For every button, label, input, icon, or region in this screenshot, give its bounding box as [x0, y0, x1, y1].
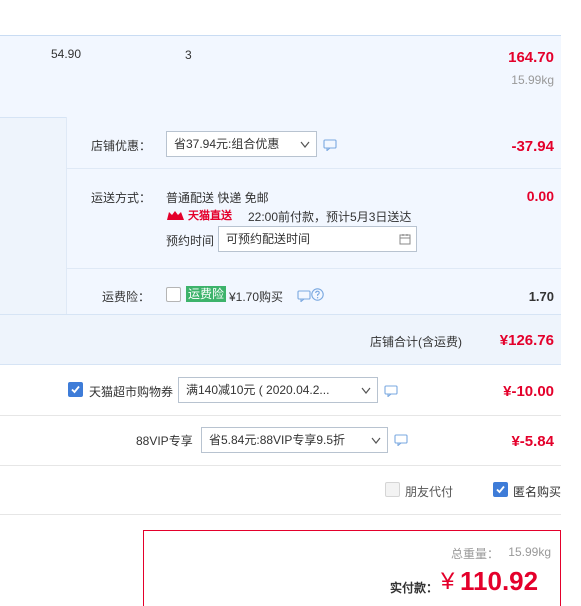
- total-weight-label: 总重量：: [450, 547, 499, 561]
- anonymous-checkbox[interactable]: [493, 482, 508, 497]
- actual-pay-amount: 110.92: [460, 566, 539, 596]
- store-discount-select[interactable]: 省37.94元:组合优惠: [166, 131, 317, 157]
- shipping-method: 普通配送 快递 免邮: [166, 191, 269, 205]
- message-icon[interactable]: [394, 434, 408, 446]
- item-row: [0, 35, 561, 117]
- chevron-down-icon: [300, 141, 310, 148]
- shipping-label: 运送方式：: [91, 191, 152, 205]
- actual-pay-label: 实付款：: [390, 581, 439, 595]
- message-icon[interactable]: [323, 139, 337, 151]
- insurance-tag: 运费险: [186, 286, 227, 302]
- store-discount-label: 店铺优惠：: [91, 139, 152, 153]
- delivery-note: 22:00前付款，预计5月3日送达: [248, 210, 412, 224]
- divider: [0, 514, 561, 515]
- coupon-select[interactable]: 满140减10元 ( 2020.04.2...: [178, 377, 378, 403]
- coupon-label: 天猫超市购物券: [89, 385, 174, 399]
- coupon-value: 满140减10元 ( 2020.04.2...: [186, 383, 330, 397]
- tmall-cat-icon: [167, 211, 184, 220]
- tmall-direct-badge: 天猫直送: [166, 208, 232, 222]
- divider: [66, 268, 561, 269]
- insurance-checkbox[interactable]: [166, 287, 181, 302]
- currency-symbol: ¥: [441, 568, 455, 595]
- coupon-amount: ¥-10.00: [503, 383, 554, 400]
- friend-pay-label: 朋友代付: [405, 485, 454, 499]
- tmall-direct-text: 天猫直送: [188, 210, 232, 222]
- store-discount-value: 省37.94元:组合优惠: [174, 137, 280, 151]
- total-weight-value: 15.99kg: [508, 545, 551, 559]
- friend-pay-checkbox[interactable]: [385, 482, 400, 497]
- insurance-amount: 1.70: [528, 289, 554, 304]
- insurance-label: 运费险：: [102, 290, 151, 304]
- chevron-down-icon: [361, 387, 371, 394]
- reserve-time-input[interactable]: 可预约配送时间: [218, 226, 417, 252]
- message-icon[interactable]: [297, 290, 311, 302]
- vip-amount: ¥-5.84: [511, 433, 554, 450]
- calendar-icon: [399, 234, 411, 245]
- chevron-down-icon: [371, 437, 381, 444]
- shipping-amount: 0.00: [526, 188, 554, 204]
- vip-label: 88VIP专享: [136, 434, 193, 448]
- insurance-price: ¥1.70购买: [229, 290, 284, 304]
- order-summary: 54.90 3 164.70 15.99kg 店铺优惠： 省37.94元:组合优…: [0, 0, 581, 606]
- anonymous-label: 匿名购买: [513, 485, 562, 499]
- item-subtotal: 164.70: [508, 49, 554, 66]
- divider: [0, 415, 561, 416]
- store-total-amount: ¥126.76: [499, 332, 554, 349]
- vip-select[interactable]: 省5.84元:88VIP专享9.5折: [201, 427, 388, 453]
- check-icon: [496, 485, 505, 494]
- store-total-label: 店铺合计(含运费): [370, 335, 462, 349]
- coupon-checkbox[interactable]: [68, 382, 83, 397]
- check-icon: [71, 385, 80, 394]
- header-spacer: [0, 0, 581, 35]
- help-icon[interactable]: [311, 288, 324, 301]
- item-weight: 15.99kg: [511, 73, 554, 87]
- vip-value: 省5.84元:88VIP专享9.5折: [209, 433, 346, 447]
- store-discount-amount: -37.94: [511, 138, 554, 155]
- unit-price: 54.90: [51, 47, 82, 61]
- reserve-time-placeholder: 可预约配送时间: [226, 232, 311, 246]
- divider: [66, 168, 561, 169]
- item-quantity: 3: [185, 48, 192, 62]
- message-icon[interactable]: [384, 385, 398, 397]
- divider: [0, 314, 561, 315]
- reserve-time-label: 预约时间: [166, 234, 215, 248]
- divider: [0, 465, 561, 466]
